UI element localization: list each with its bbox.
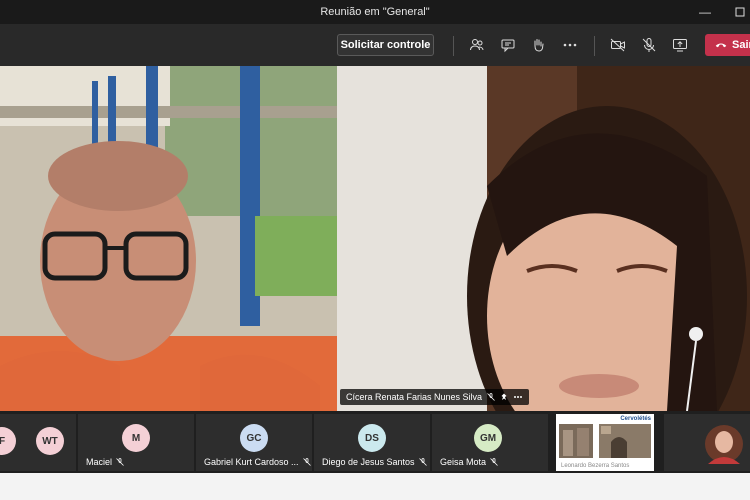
video-stage: Cícera Renata Farias Nunes Silva	[0, 66, 750, 411]
shared-logo-text: Cervolétés	[620, 416, 651, 422]
phone-hangup-icon	[715, 43, 727, 48]
pin-icon[interactable]	[500, 393, 508, 401]
toolbar-divider	[594, 36, 595, 56]
self-view-tile[interactable]	[664, 414, 750, 471]
video-tile-speaker[interactable]	[0, 66, 337, 411]
window-title: Reunião em "General"	[320, 6, 430, 18]
mic-off-icon	[487, 393, 495, 401]
avatar: DS	[358, 424, 386, 452]
roster-name: Maciel	[86, 457, 124, 467]
more-icon[interactable]	[558, 34, 582, 56]
roster-tile[interactable]: GM Geisa Mota	[432, 414, 548, 471]
roster-tile[interactable]: M Maciel	[78, 414, 194, 471]
roster-tile[interactable]: GC Gabriel Kurt Cardoso ...	[196, 414, 312, 471]
video-tile-participant[interactable]: Cícera Renata Farias Nunes Silva	[337, 66, 750, 411]
leave-button[interactable]: Sair	[705, 34, 750, 56]
avatar: F	[0, 427, 16, 455]
shared-content-tile[interactable]: Cervolétés Leonardo Bezerra Santos	[556, 414, 654, 471]
maximize-icon[interactable]	[725, 0, 750, 24]
mic-off-icon[interactable]	[637, 34, 661, 56]
mic-off-icon	[490, 458, 498, 466]
self-view-avatar	[705, 425, 743, 464]
mic-off-icon	[418, 458, 427, 466]
participants-icon[interactable]	[465, 34, 489, 56]
participant-name: Cícera Renata Farias Nunes Silva	[346, 392, 483, 402]
chat-icon[interactable]	[496, 34, 520, 56]
roster-tile[interactable]: DS Diego de Jesus Santos	[314, 414, 430, 471]
avatar: M	[122, 424, 150, 452]
leave-label: Sair	[732, 39, 750, 51]
toolbar-divider	[453, 36, 454, 56]
raise-hand-icon[interactable]	[526, 34, 550, 56]
meeting-toolbar: Solicitar controle Sair	[0, 24, 750, 66]
roster-name: Diego de Jesus Santos	[322, 457, 427, 467]
title-bar: Reunião em "General"	[0, 0, 750, 24]
minimize-icon[interactable]: —	[690, 0, 720, 24]
mic-off-icon	[116, 458, 124, 466]
speaker-video-frame	[0, 66, 337, 411]
participant-video-frame	[337, 66, 750, 411]
request-control-button[interactable]: Solicitar controle	[337, 34, 434, 56]
avatar: GC	[240, 424, 268, 452]
roster-name: Geisa Mota	[440, 457, 498, 467]
mic-off-icon	[302, 458, 311, 466]
bottom-strip	[0, 473, 750, 500]
avatar: GM	[474, 424, 502, 452]
shared-slide-thumbnail	[559, 424, 651, 458]
share-screen-icon[interactable]	[668, 34, 692, 56]
camera-off-icon[interactable]	[606, 34, 630, 56]
more-options-icon[interactable]	[513, 393, 523, 401]
roster-name: Gabriel Kurt Cardoso ...	[204, 457, 311, 467]
participant-name-tag: Cícera Renata Farias Nunes Silva	[340, 389, 530, 405]
avatar: WT	[36, 427, 64, 455]
roster-tile[interactable]: F WT	[0, 414, 76, 471]
participant-roster: F WT M Maciel GC Gabriel Kurt Cardoso ..…	[0, 411, 750, 473]
shared-caption: Leonardo Bezerra Santos	[561, 463, 630, 469]
